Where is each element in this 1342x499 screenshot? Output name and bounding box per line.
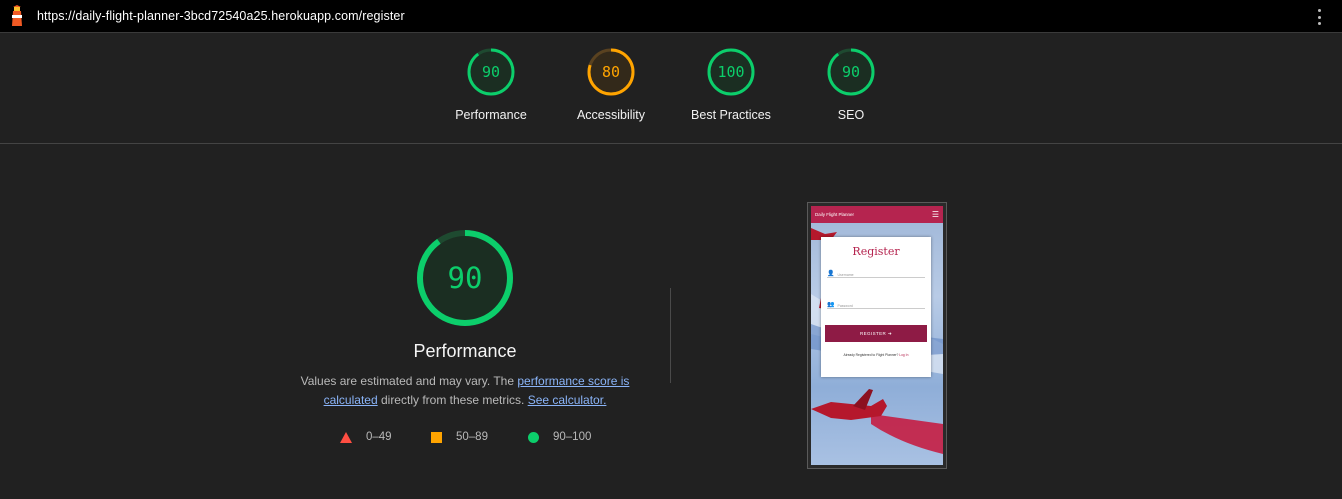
password-placeholder: Password <box>837 303 853 308</box>
description-text: directly from these metrics. <box>377 393 528 407</box>
divider <box>670 288 671 383</box>
gauge-seo[interactable]: 90 SEO <box>791 47 911 122</box>
gauge-label: Performance <box>455 108 527 122</box>
legend-fail: 0–49 <box>340 431 392 443</box>
gauge-best-practices[interactable]: 100 Best Practices <box>671 47 791 122</box>
register-button: REGISTER ➔ <box>825 325 927 342</box>
legend-average: 50–89 <box>431 431 488 443</box>
username-placeholder: Username <box>837 272 854 277</box>
triangle-icon <box>340 431 352 443</box>
performance-gauge: 90 <box>417 230 513 326</box>
register-button-label: REGISTER <box>859 331 887 336</box>
sign-in-icon: ➔ <box>887 330 893 336</box>
kebab-menu-icon[interactable] <box>1318 9 1322 25</box>
gauge-label: SEO <box>837 108 865 122</box>
already-text: Already Registered to Flight Planner? <box>843 353 899 357</box>
gauge-score: 100 <box>717 63 744 81</box>
category-summary: 90 Performance 80 Accessibility 100 Best… <box>0 33 1342 144</box>
login-link: Log In <box>899 353 909 357</box>
gauge-score: 90 <box>842 63 860 81</box>
description-text: Values are estimated and may vary. The <box>300 374 518 388</box>
see-calculator-link[interactable]: See calculator. <box>528 393 607 407</box>
register-title: Register <box>852 245 900 258</box>
final-screenshot[interactable]: Daily Flight Planner ☰ Register 👤 Userna… <box>807 202 947 469</box>
gauge-label: Best Practices <box>691 108 771 122</box>
score-gauge: 90 <box>467 48 515 96</box>
score-gauge: 100 <box>707 48 755 96</box>
gauge-score: 80 <box>602 63 620 81</box>
performance-description: Values are estimated and may vary. The p… <box>280 372 650 410</box>
gauge-label: Accessibility <box>576 108 646 122</box>
performance-title: Performance <box>413 341 517 361</box>
gauge-performance[interactable]: 90 Performance <box>431 47 551 122</box>
square-icon <box>431 431 442 443</box>
page-url[interactable]: https://daily-flight-planner-3bcd72540a2… <box>37 9 405 23</box>
user-lock-icon: 👥 <box>827 302 835 308</box>
legend-range: 0–49 <box>366 431 392 443</box>
legend-range: 90–100 <box>553 431 592 443</box>
circle-icon <box>528 431 539 443</box>
performance-score: 90 <box>448 261 483 295</box>
address-bar: https://daily-flight-planner-3bcd72540a2… <box>0 0 1342 33</box>
score-gauge: 80 <box>587 48 635 96</box>
register-card: Register 👤 Username 👥 Password REGISTER … <box>821 237 931 377</box>
score-gauge: 90 <box>827 48 875 96</box>
screenshot-image: Daily Flight Planner ☰ Register 👤 Userna… <box>811 206 943 465</box>
already-registered-text: Already Registered to Flight Planner? Lo… <box>821 353 931 357</box>
legend-pass: 90–100 <box>528 431 591 443</box>
gauge-accessibility[interactable]: 80 Accessibility <box>551 47 671 122</box>
hamburger-icon: ☰ <box>931 209 939 219</box>
legend-range: 50–89 <box>456 431 488 443</box>
screenshot-navbar: Daily Flight Planner ☰ <box>811 206 943 223</box>
gauge-score: 90 <box>482 63 500 81</box>
navbar-brand: Daily Flight Planner <box>815 212 855 217</box>
username-field: 👤 Username <box>827 269 925 278</box>
password-field: 👥 Password <box>827 300 925 309</box>
lighthouse-icon <box>12 5 22 26</box>
user-plus-icon: 👤 <box>827 271 835 277</box>
